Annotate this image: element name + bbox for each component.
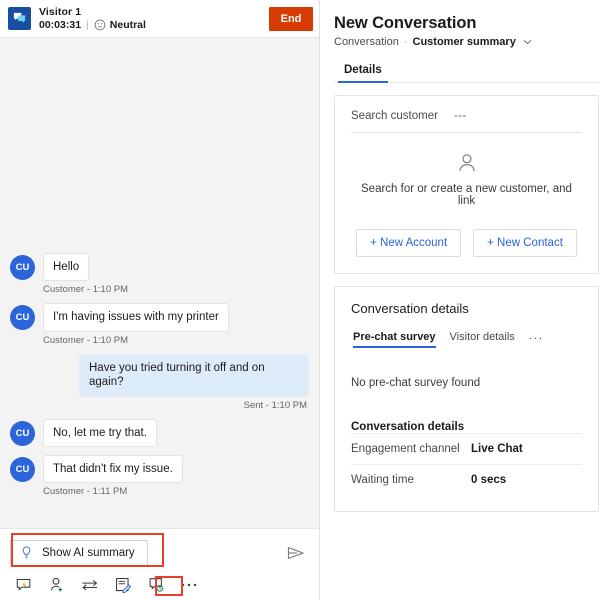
breadcrumb-separator: · [403,36,408,48]
tab-pre-chat-survey[interactable]: Pre-chat survey [353,331,436,348]
details-tabstrip: Details [334,64,599,83]
avatar: CU [10,420,35,446]
visitor-sub: 00:03:31 | Neutral [39,19,269,31]
consult-icon[interactable] [146,576,166,594]
field-value: Live Chat [471,443,523,455]
new-contact-button[interactable]: + New Contact [473,229,577,257]
visitor-meta: Visitor 1 00:03:31 | Neutral [39,6,269,31]
message-row: CU That didn't fix my issue. [10,454,309,484]
quick-replies-icon[interactable] [14,576,34,594]
customer-summary-card: Search customer --- Search for or create… [334,95,599,274]
conversation-details-tabstrip: Pre-chat survey Visitor details ... [351,330,582,349]
sentiment-indicator: Neutral [94,19,146,31]
transcript-top-spacer [10,38,309,245]
search-customer-label: Search customer [351,110,438,122]
transfer-icon[interactable] [80,576,100,594]
neutral-face-icon [94,19,106,31]
chat-header: Visitor 1 00:03:31 | Neutral End [0,0,319,38]
message-bubble: Hello [43,253,90,282]
field-value: 0 secs [471,474,507,486]
conversation-details-section-heading: Conversation details [351,421,465,433]
chat-pane: Visitor 1 00:03:31 | Neutral End CU Hell… [0,0,320,600]
details-pane: New Conversation Conversation · Customer… [320,0,611,600]
message-meta: Customer - 1:10 PM [43,334,128,346]
sentiment-label: Neutral [109,19,146,31]
table-row: Engagement channel Live Chat [351,433,582,464]
message-meta: Customer - 1:11 PM [43,486,128,498]
send-message-button[interactable] [283,540,309,566]
message-row: CU No, let me try that. [10,418,309,447]
chevron-down-icon[interactable] [523,39,532,45]
send-paper-plane-icon [286,545,306,561]
message-row: CU Hello [10,253,309,282]
conversation-details-title: Conversation details [351,301,469,316]
compose-area: Show AI summary [0,528,319,600]
tab-details[interactable]: Details [338,64,388,83]
show-ai-summary-button[interactable]: Show AI summary [10,539,148,567]
lightbulb-icon [20,546,33,560]
breadcrumb-current[interactable]: Customer summary [413,36,516,48]
table-row: Waiting time 0 secs [351,464,582,495]
new-account-button[interactable]: + New Account [356,229,462,257]
live-chat-workspace: Visitor 1 00:03:31 | Neutral End CU Hell… [0,0,611,600]
conversation-timer: 00:03:31 [39,19,82,31]
separator: | [86,19,89,31]
chat-message-icon [8,7,31,30]
message-bubble: No, let me try that. [43,418,157,447]
person-outline-icon [351,151,582,175]
message-bubble: I'm having issues with my printer [43,303,229,332]
field-label: Engagement channel [351,443,460,455]
notes-icon[interactable] [113,576,133,594]
field-label: Waiting time [351,474,414,486]
visitor-name: Visitor 1 [39,5,82,18]
add-agent-icon[interactable] [47,576,67,594]
end-conversation-button[interactable]: End [269,6,313,31]
avatar: CU [10,305,35,331]
message-row: CU I'm having issues with my printer [10,303,309,332]
breadcrumb: Conversation · Customer summary [334,36,599,48]
customer-empty-state: Search for or create a new customer, and… [351,133,582,257]
show-ai-summary-label: Show AI summary [42,547,135,559]
avatar: CU [10,255,35,280]
tab-more-ellipsis-icon[interactable]: ... [529,330,544,349]
tab-visitor-details[interactable]: Visitor details [450,331,515,348]
conversation-details-card: Conversation details Pre-chat survey Vis… [334,286,599,512]
compose-toolbar [10,576,309,594]
breadcrumb-root[interactable]: Conversation [334,36,399,48]
search-customer-row[interactable]: Search customer --- [351,110,582,133]
more-options-button[interactable] [179,576,199,594]
page-title: New Conversation [334,14,477,32]
search-customer-value: --- [453,110,467,122]
compose-row: Show AI summary [10,537,309,569]
customer-empty-text: Search for or create a new customer, and… [361,183,572,207]
message-bubble: Have you tried turning it off and on aga… [79,353,309,397]
message-bubble: That didn't fix my issue. [43,454,183,484]
message-meta: Sent - 1:10 PM [243,399,307,411]
message-row: Have you tried turning it off and on aga… [10,353,309,397]
avatar: CU [10,456,35,482]
chat-transcript[interactable]: CU Hello Customer - 1:10 PM CU I'm havin… [0,38,319,528]
pre-chat-survey-empty-text: No pre-chat survey found [351,377,481,389]
customer-actions: + New Account + New Contact [351,229,582,257]
message-meta: Customer - 1:10 PM [43,284,128,296]
